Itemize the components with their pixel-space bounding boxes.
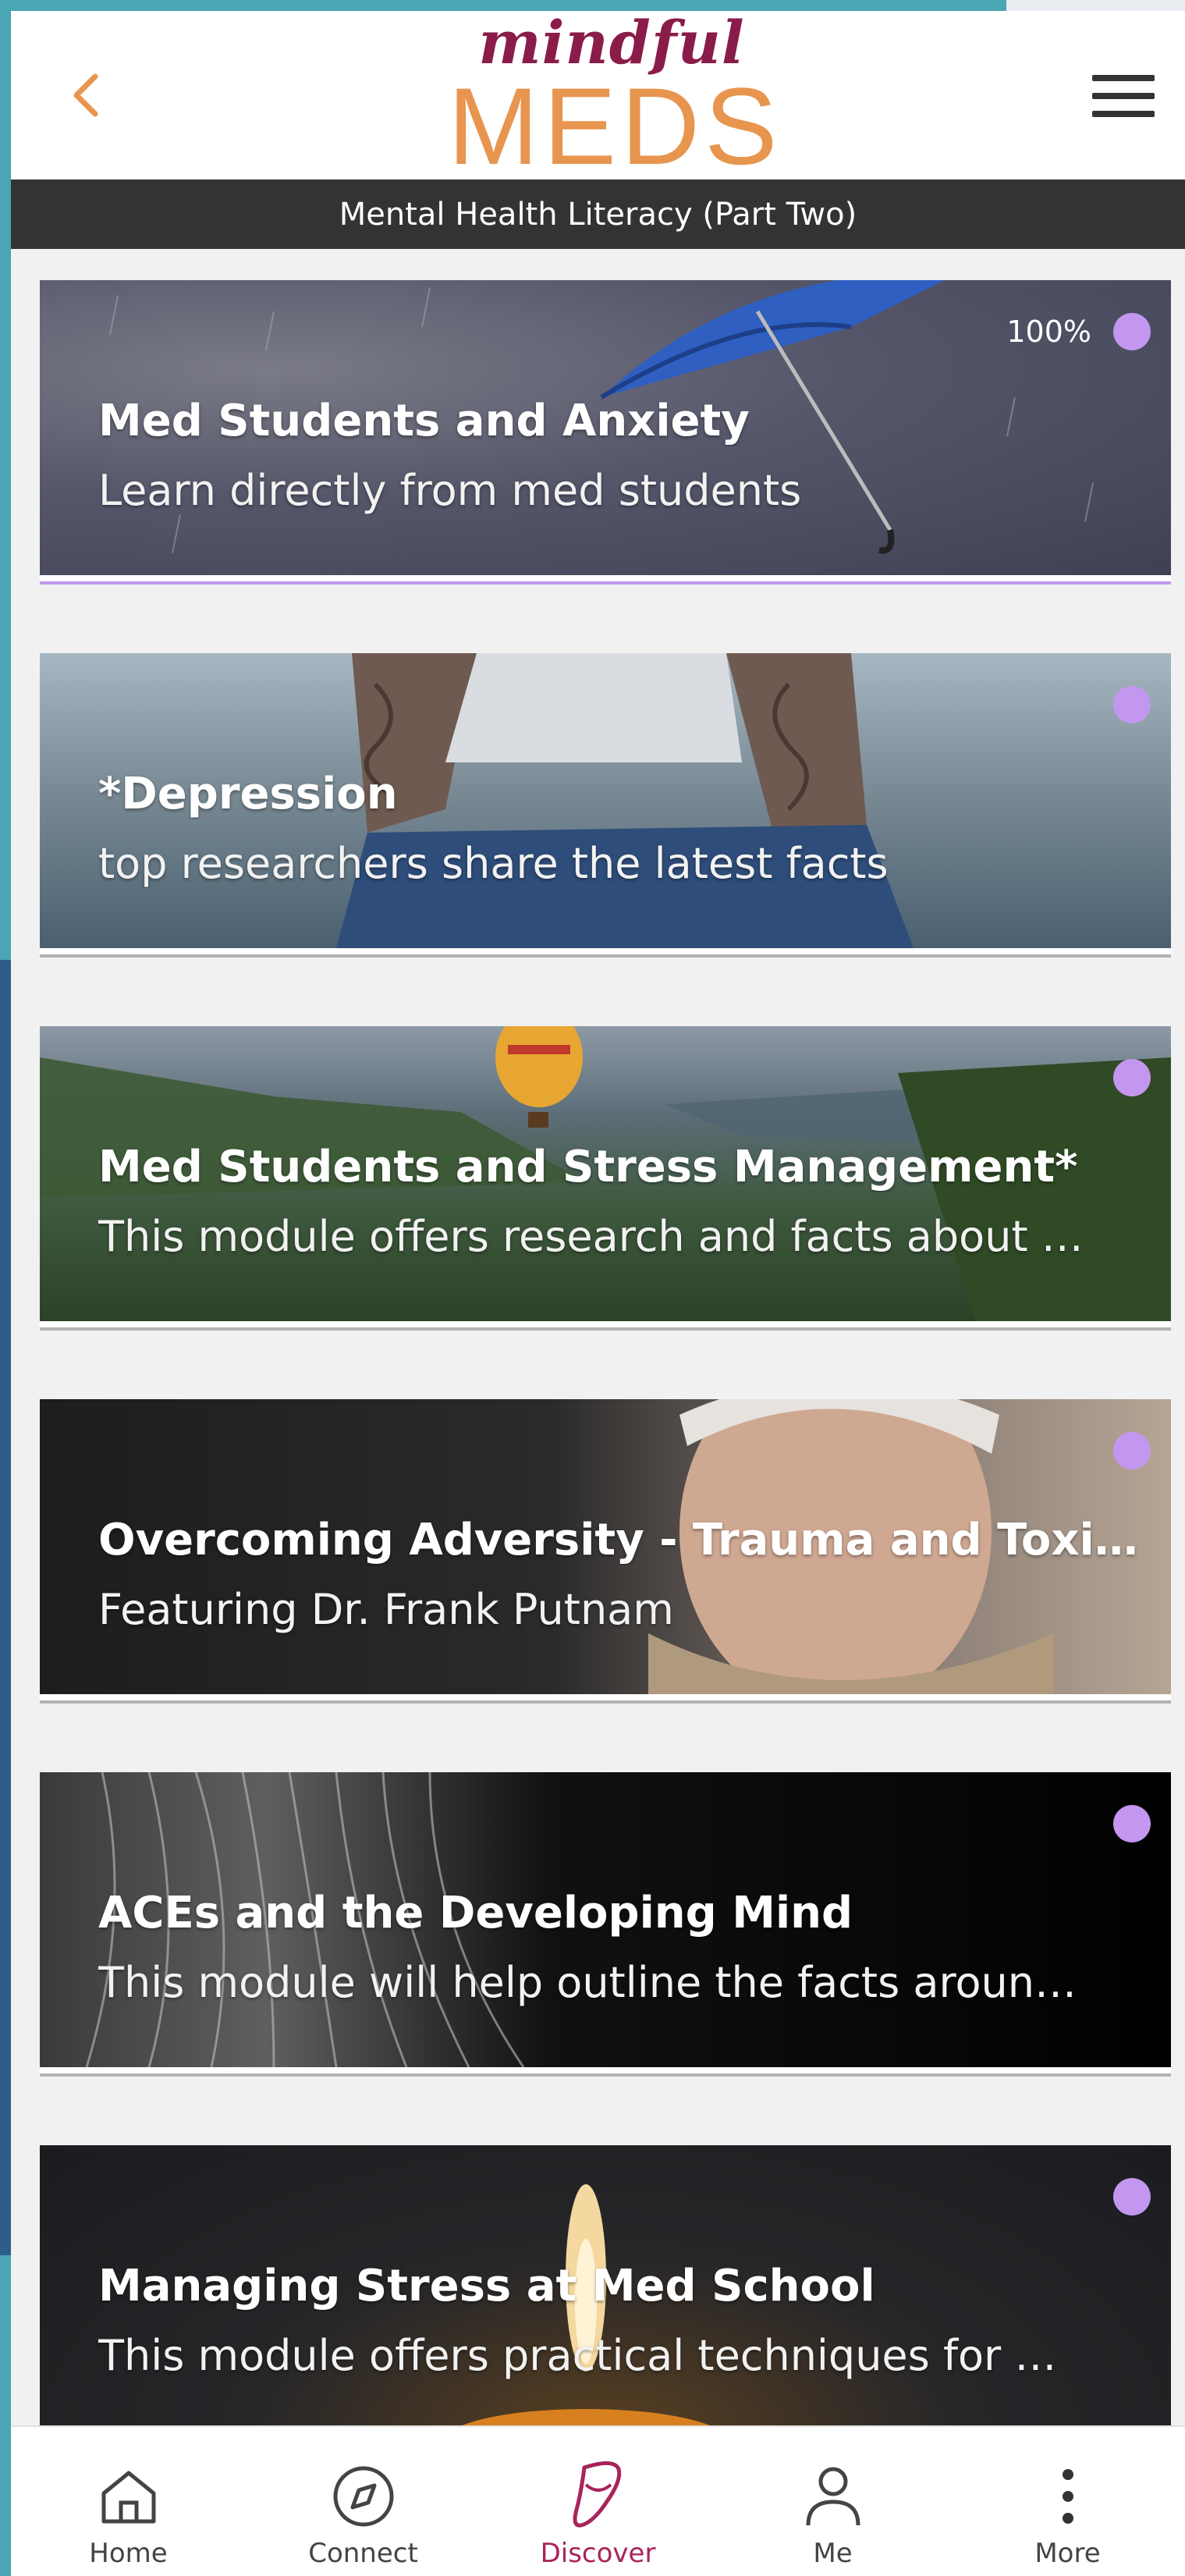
back-button[interactable]: [62, 67, 109, 123]
frame-border-left-lower: [0, 2255, 11, 2576]
module-subtitle: This module will help outline the facts …: [98, 1958, 1077, 2007]
app-logo: mindful MEDS: [448, 11, 782, 187]
nav-label: More: [1034, 2538, 1101, 2569]
progress-fill: [40, 581, 1171, 584]
section-title: Mental Health Literacy (Part Two): [11, 179, 1185, 249]
module-status-dot: [1113, 1059, 1151, 1096]
module-title: Overcoming Adversity - Trauma and Toxic …: [98, 1515, 1144, 1565]
module-subtitle: top researchers share the latest facts: [98, 839, 889, 888]
menu-bar: [1092, 93, 1155, 99]
module-subtitle: Learn directly from med students: [98, 466, 802, 515]
module-progress-bar: [40, 1321, 1171, 1331]
progress-track: [40, 581, 1171, 584]
nav-label: Discover: [540, 2538, 656, 2569]
nav-me[interactable]: Me: [715, 2427, 950, 2576]
module-progress-bar: [40, 2067, 1171, 2077]
menu-bar: [1092, 75, 1155, 81]
module-card[interactable]: ACEs and the Developing Mind This module…: [40, 1772, 1171, 2077]
module-status-dot: [1113, 2178, 1151, 2215]
module-status-dot: [1113, 1432, 1151, 1469]
module-status-dot: [1113, 1805, 1151, 1842]
module-progress-bar: [40, 948, 1171, 958]
module-title: ACEs and the Developing Mind: [98, 1888, 853, 1938]
module-card[interactable]: Managing Stress at Med School This modul…: [40, 2145, 1171, 2450]
menu-bar: [1092, 111, 1155, 117]
module-progress-percent: 100%: [1006, 314, 1091, 349]
nav-label: Me: [813, 2538, 853, 2569]
nav-connect[interactable]: Connect: [246, 2427, 481, 2576]
more-vertical-icon: [1033, 2461, 1103, 2532]
module-subtitle: Featuring Dr. Frank Putnam: [98, 1585, 674, 1634]
frame-border-right: [1006, 0, 1185, 11]
module-status-dot: [1113, 313, 1151, 350]
progress-track: [40, 2073, 1171, 2077]
progress-track: [40, 1700, 1171, 1704]
home-icon: [94, 2461, 164, 2532]
module-card[interactable]: Overcoming Adversity - Trauma and Toxic …: [40, 1399, 1171, 1704]
module-subtitle: This module offers practical techniques …: [98, 2331, 1057, 2380]
module-title: Med Students and Stress Management*: [98, 1142, 1078, 1192]
frame-border-top: [0, 0, 1006, 11]
progress-track: [40, 954, 1171, 958]
app-header: mindful MEDS: [11, 11, 1185, 187]
module-title: *Depression: [98, 769, 398, 819]
module-progress-bar: [40, 575, 1171, 584]
compass-icon: [328, 2461, 399, 2532]
hamburger-menu-icon[interactable]: [1092, 69, 1155, 123]
user-icon: [798, 2461, 868, 2532]
module-progress-bar: [40, 1694, 1171, 1704]
frame-border-left: [0, 0, 11, 960]
nav-home[interactable]: Home: [11, 2427, 246, 2576]
discover-icon: [563, 2461, 633, 2532]
chevron-left-icon: [73, 73, 98, 117]
module-subtitle: This module offers research and facts ab…: [98, 1212, 1084, 1261]
nav-label: Home: [89, 2538, 168, 2569]
logo-main-text: MEDS: [448, 65, 782, 187]
nav-more[interactable]: More: [950, 2427, 1185, 2576]
module-title: Managing Stress at Med School: [98, 2261, 875, 2311]
module-status-dot: [1113, 686, 1151, 723]
module-card[interactable]: Med Students and Stress Management* This…: [40, 1026, 1171, 1331]
app-screen: mindful MEDS Mental Health Literacy (Par…: [11, 11, 1185, 2576]
nav-label: Connect: [308, 2538, 418, 2569]
module-card[interactable]: 100% Med Students and Anxiety Learn dire…: [40, 280, 1171, 584]
nav-discover[interactable]: Discover: [481, 2427, 715, 2576]
bottom-navigation: Home Connect Discover Me More: [11, 2425, 1185, 2576]
module-title: Med Students and Anxiety: [98, 396, 750, 446]
module-card[interactable]: *Depression top researchers share the la…: [40, 653, 1171, 958]
progress-track: [40, 1327, 1171, 1331]
